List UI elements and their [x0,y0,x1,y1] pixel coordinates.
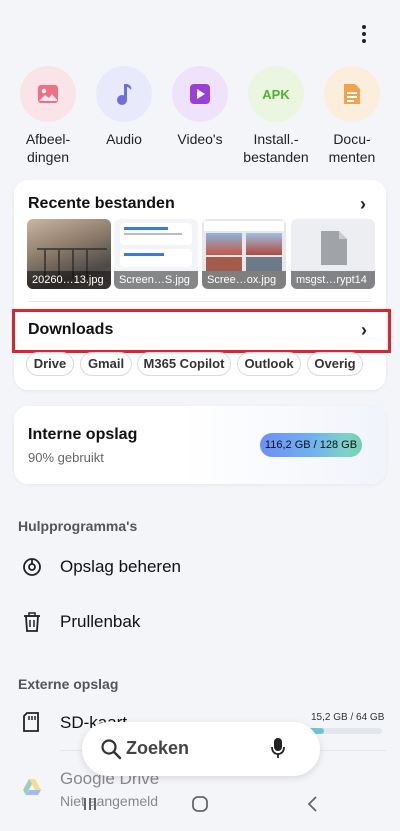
search-label: Zoeken [126,738,190,758]
search-icon [100,738,122,765]
chip-outlook[interactable]: Outlook [237,352,301,376]
downloads-highlight-box [12,309,391,353]
sd-card-usage: 15,2 GB / 64 GB [311,712,385,723]
microphone-icon[interactable] [271,737,285,764]
video-icon [172,66,228,122]
apk-icon: APK [248,66,304,122]
music-note-icon [96,66,152,122]
internal-storage-subtitle: 90% gebruikt [28,450,104,465]
recent-file-thumb[interactable]: 20260…13.jpg [27,219,111,289]
recent-file-thumb[interactable]: Scree…ox.jpg [202,219,286,289]
external-heading: Externe opslag [18,676,119,692]
tool-item-manage-storage-label: Opslag beheren [60,557,181,576]
chip-overig[interactable]: Overig [307,352,363,376]
chip-m365-copilot[interactable]: M365 Copilot [137,352,231,376]
chip-drive[interactable]: Drive [26,352,74,376]
sd-card-bar-track [306,728,382,734]
google-drive-icon [22,778,42,801]
category-images-label: Afbeel- dingen [25,131,71,165]
document-icon [324,66,380,122]
recent-file-thumb[interactable]: msgst…rypt14 [291,219,375,289]
internal-storage-bar: 116,2 GB / 128 GB [260,433,362,457]
tools-heading: Hulpprogramma's [18,518,138,534]
storage-manage-icon [22,557,42,582]
recent-file-thumb[interactable]: Screen…S.jpg [114,219,198,289]
category-audio[interactable]: Audio [86,66,162,148]
google-drive-subtitle: Niet aangemeld [60,793,159,809]
divider [28,301,372,302]
category-documents[interactable]: Docu- menten [314,66,390,166]
apk-icon-text: APK [262,86,290,102]
recent-file-name: 20260…13.jpg [27,271,111,289]
recent-file-name: Scree…ox.jpg [202,271,286,289]
back-icon[interactable] [306,795,318,818]
trash-icon [23,612,41,637]
recent-apps-icon[interactable] [82,795,98,818]
category-images[interactable]: Afbeel- dingen [10,66,86,166]
search-bar[interactable]: Zoeken [82,722,320,776]
category-documents-label: Docu- menten [328,131,376,165]
category-videos-label: Video's [177,131,223,147]
more-options-icon[interactable] [352,22,376,46]
recent-files-title[interactable]: Recente bestanden [28,195,175,213]
category-apk[interactable]: APK Install.- bestanden [238,66,314,166]
category-videos[interactable]: Video's [162,66,238,148]
category-apk-label: Install.- bestanden [243,131,309,165]
home-icon[interactable] [191,795,209,818]
sd-card-icon [23,712,39,737]
internal-storage-title: Interne opslag [28,426,138,443]
category-audio-label: Audio [106,131,142,147]
recent-file-name: msgst…rypt14 [291,271,375,289]
tool-item-trash-label: Prullenbak [60,612,141,631]
recent-file-name: Screen…S.jpg [114,271,198,289]
image-icon [20,66,76,122]
chip-gmail[interactable]: Gmail [80,352,132,376]
recent-files-chevron-icon[interactable]: › [360,195,366,213]
